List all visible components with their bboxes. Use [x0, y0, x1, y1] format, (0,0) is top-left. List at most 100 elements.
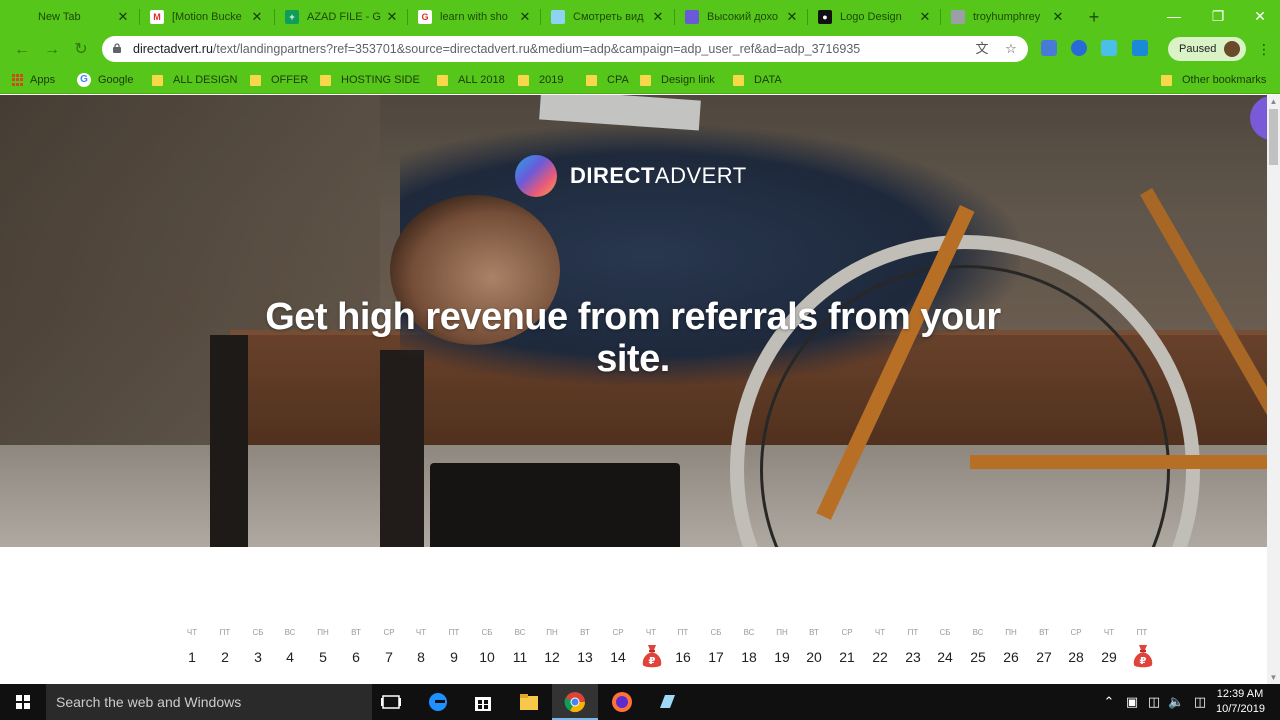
- edge-icon[interactable]: [426, 690, 450, 714]
- folder-icon: [733, 74, 744, 86]
- store-icon[interactable]: [471, 690, 495, 714]
- folder-icon: [1161, 74, 1172, 86]
- bookmark-item[interactable]: Apps: [12, 72, 55, 88]
- firefox-icon[interactable]: [610, 690, 634, 714]
- bookmark-label: 2019: [539, 74, 564, 86]
- calendar-day: ВС 4: [278, 626, 302, 682]
- calendar-day: ПТ 9: [442, 626, 466, 682]
- site-logo[interactable]: DIRECTADVERT: [515, 155, 747, 197]
- forward-arrow-icon[interactable]: →: [44, 42, 60, 58]
- weekday-label: СБ: [481, 628, 493, 637]
- more-menu-icon[interactable]: ⋮: [1257, 40, 1271, 58]
- start-button[interactable]: [0, 684, 46, 720]
- bookmark-star-icon[interactable]: ☆: [1003, 41, 1019, 57]
- bookmark-label: Design link: [661, 74, 715, 86]
- network-icon[interactable]: ◫: [1146, 694, 1162, 710]
- tab-close-icon[interactable]: ✕: [1051, 9, 1065, 25]
- file-explorer-icon[interactable]: [517, 690, 541, 714]
- bookmark-label: Apps: [30, 74, 56, 86]
- browser-tab[interactable]: Смотреть вид ✕: [541, 3, 673, 31]
- extension-c-icon[interactable]: [1101, 40, 1117, 56]
- volume-icon[interactable]: 🔈: [1168, 694, 1184, 710]
- weekday-label: ВС: [972, 628, 984, 637]
- browser-tab[interactable]: + AZAD FILE - G ✕: [275, 3, 407, 31]
- calendar-day: СБ 3: [246, 626, 270, 682]
- browser-tab[interactable]: Высокий дохо ✕: [675, 3, 807, 31]
- browser-tab[interactable]: Glearn with sho ✕: [408, 3, 540, 31]
- weekday-label: СР: [1070, 628, 1082, 637]
- browser-tab[interactable]: troyhumphrey ✕: [941, 3, 1073, 31]
- weekday-label: ВТ: [1039, 628, 1049, 637]
- address-bar[interactable]: directadvert.ru/text/landingpartners?ref…: [102, 36, 1028, 62]
- tab-close-icon[interactable]: ✕: [250, 9, 264, 25]
- chrome-task[interactable]: [552, 684, 598, 720]
- taskbar-search[interactable]: Search the web and Windows: [46, 684, 372, 720]
- tray-chevron-up-icon[interactable]: ⌃: [1101, 694, 1117, 710]
- tab-close-icon[interactable]: ✕: [651, 9, 665, 25]
- bookmark-item[interactable]: G Google: [77, 72, 133, 88]
- notifications-icon[interactable]: ◫: [1192, 694, 1208, 710]
- bookmark-item[interactable]: Design link: [640, 72, 715, 88]
- scroll-down-icon[interactable]: ▼: [1267, 671, 1280, 684]
- browser-tab[interactable]: New Tab ✕: [6, 3, 138, 31]
- bookmark-item[interactable]: 2019: [518, 72, 563, 88]
- calendar-day: СР 7: [377, 626, 401, 682]
- extension-window-icon[interactable]: [1132, 40, 1148, 56]
- calendar-day: ПН 5: [311, 626, 335, 682]
- minimize-button[interactable]: —: [1152, 4, 1196, 28]
- tab-favicon-icon: +: [285, 10, 299, 24]
- avatar: [1224, 41, 1240, 57]
- day-number: 5: [319, 649, 327, 665]
- bookmark-item[interactable]: OFFER: [250, 72, 308, 88]
- browser-tab[interactable]: ● Logo Design ✕: [808, 3, 940, 31]
- profile-paused-button[interactable]: Paused: [1168, 37, 1246, 61]
- calendar-day: ВТ 6: [344, 626, 368, 682]
- tab-close-icon[interactable]: ✕: [116, 9, 130, 25]
- system-clock[interactable]: 12:39 AM 10/7/2019: [1216, 687, 1265, 717]
- bookmark-item[interactable]: HOSTING SIDE: [320, 72, 420, 88]
- currency-symbol: ₽: [1140, 656, 1147, 667]
- scroll-thumb[interactable]: [1269, 109, 1278, 165]
- maximize-button[interactable]: ❐: [1196, 4, 1240, 28]
- extension-translate-icon[interactable]: [1041, 40, 1057, 56]
- tab-close-icon[interactable]: ✕: [385, 9, 399, 25]
- bookmark-item[interactable]: CPA: [586, 72, 629, 88]
- day-number: 10: [479, 649, 495, 665]
- tray-drive-icon[interactable]: ▣: [1124, 694, 1140, 710]
- tab-separator: [407, 9, 408, 25]
- weekday-label: ПН: [1005, 628, 1017, 637]
- tab-separator: [940, 9, 941, 25]
- bookmark-item[interactable]: ALL DESIGN: [152, 72, 237, 88]
- new-tab-button[interactable]: +: [1084, 7, 1104, 27]
- folder-icon: [320, 74, 331, 86]
- back-arrow-icon[interactable]: ←: [14, 42, 30, 58]
- weekday-label: ПТ: [907, 628, 919, 637]
- day-number: 25: [970, 649, 986, 665]
- tab-close-icon[interactable]: ✕: [918, 9, 932, 25]
- day-number: 17: [708, 649, 724, 665]
- other-bookmarks[interactable]: Other bookmarks: [1161, 72, 1266, 88]
- weekday-label: СБ: [710, 628, 722, 637]
- translate-icon[interactable]: 文: [974, 41, 990, 57]
- task-view-icon[interactable]: [379, 690, 403, 714]
- weekday-label: ВТ: [809, 628, 819, 637]
- url-text: directadvert.ru/text/landingpartners?ref…: [133, 42, 860, 56]
- tab-close-icon[interactable]: ✕: [785, 9, 799, 25]
- calendar-day: ПН 26: [999, 626, 1023, 682]
- tab-close-icon[interactable]: ✕: [518, 9, 532, 25]
- page-scrollbar[interactable]: ▲ ▼: [1267, 95, 1280, 684]
- app-icon[interactable]: [655, 690, 679, 714]
- scroll-up-icon[interactable]: ▲: [1267, 95, 1280, 108]
- clock-date: 10/7/2019: [1216, 703, 1265, 715]
- reload-icon[interactable]: ↻: [73, 42, 89, 58]
- calendar-day: СР 21: [835, 626, 859, 682]
- close-window-button[interactable]: ✕: [1238, 4, 1280, 28]
- browser-tab[interactable]: M [Motion Bucke ✕: [140, 3, 272, 31]
- weekday-label: СР: [841, 628, 853, 637]
- bookmark-item[interactable]: DATA: [733, 72, 782, 88]
- calendar-day: ПН 12: [540, 626, 564, 682]
- extension-r-icon[interactable]: [1071, 40, 1087, 56]
- weekday-label: ЧТ: [645, 628, 657, 637]
- bookmark-item[interactable]: ALL 2018: [437, 72, 505, 88]
- day-number: 12: [544, 649, 560, 665]
